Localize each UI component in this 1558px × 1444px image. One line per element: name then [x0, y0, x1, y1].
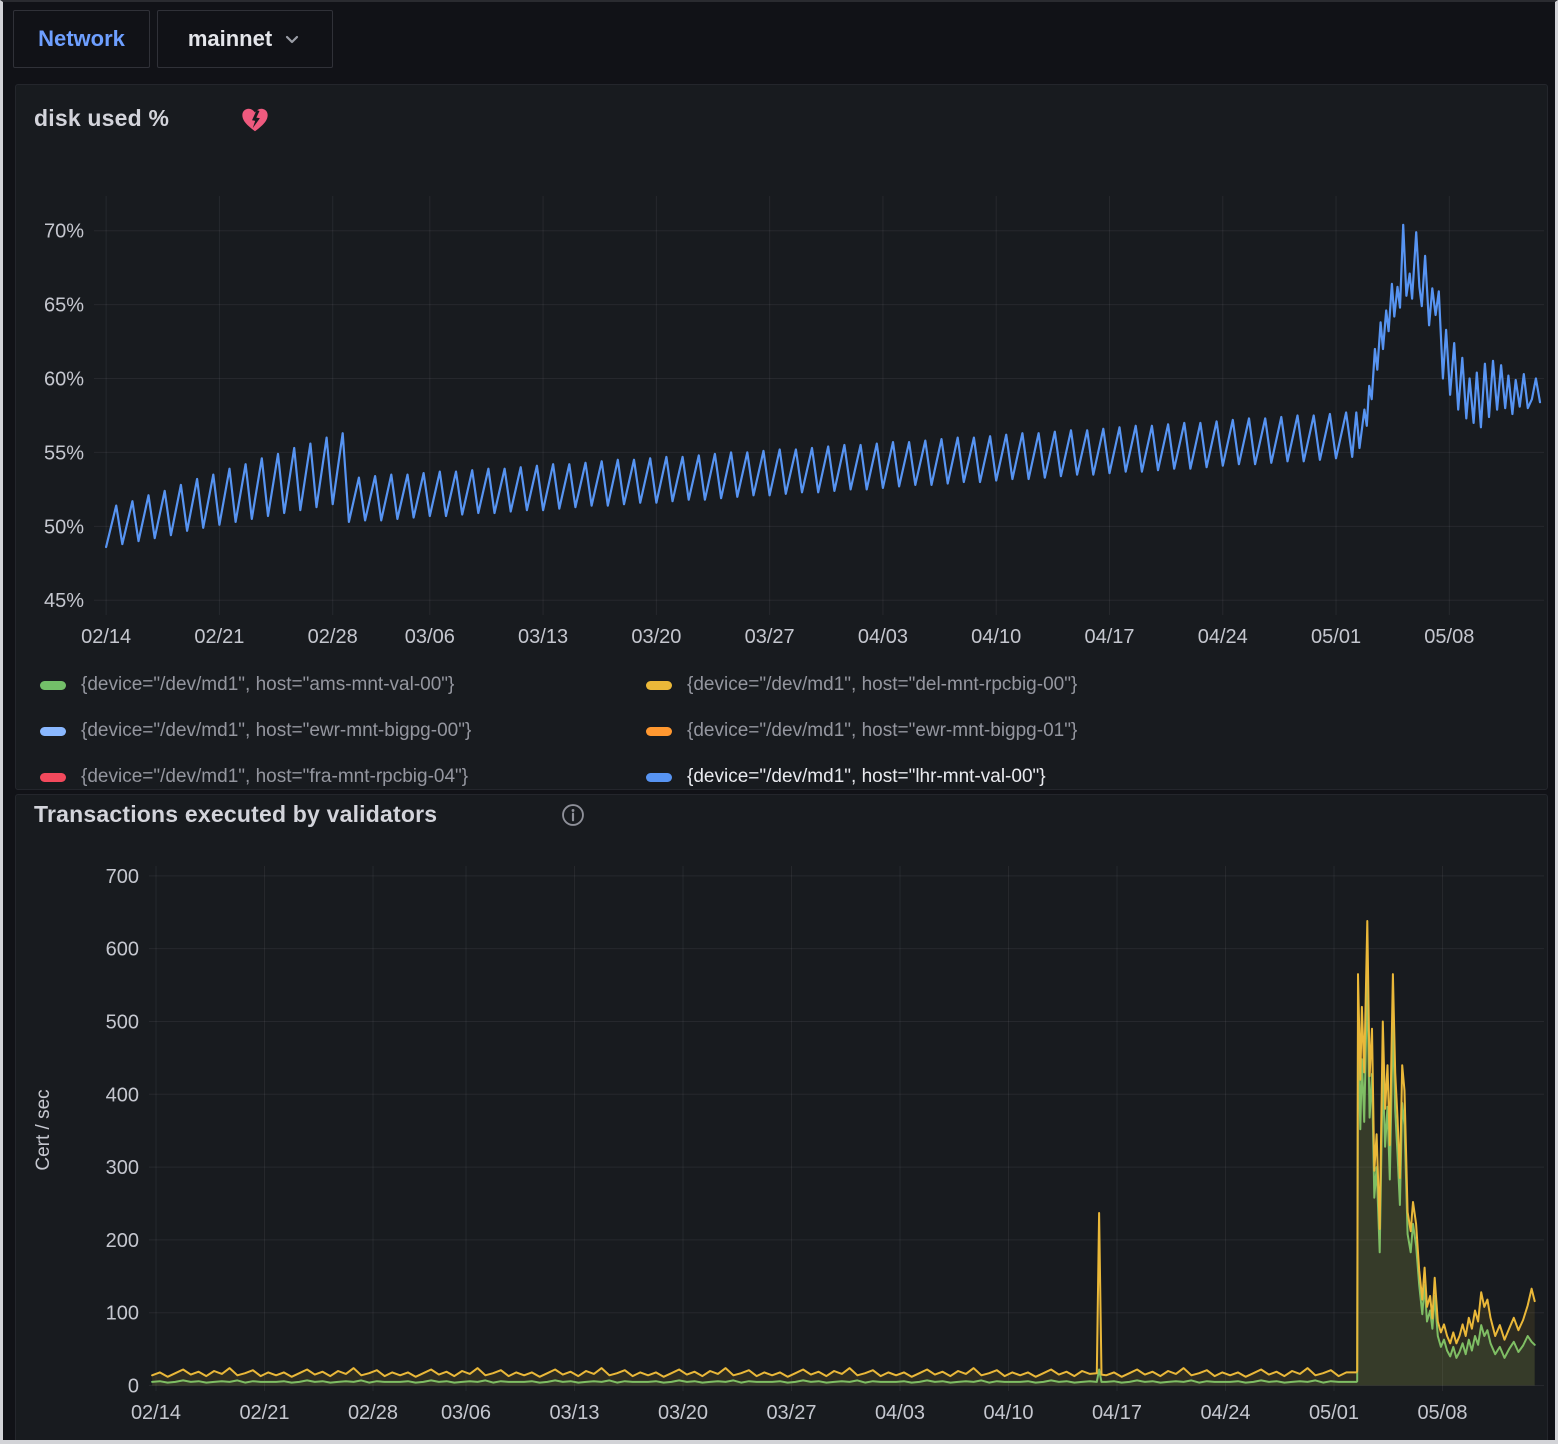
x-tick-label: 04/10 — [971, 626, 1021, 648]
series-line-validator-yellow — [152, 921, 1535, 1377]
series-area-validator-green — [152, 978, 1535, 1386]
x-tick-label: 04/17 — [1084, 626, 1134, 648]
x-tick-label: 04/24 — [1198, 626, 1248, 648]
legend-series-label: {device="/dev/md1", host="ewr-mnt-bigpg-… — [81, 720, 471, 742]
y-tick-label: 60% — [44, 369, 84, 391]
legend-series-swatch — [40, 727, 66, 736]
legend-series-label: {device="/dev/md1", host="fra-mnt-rpcbig… — [81, 766, 468, 788]
legend-series-swatch — [646, 681, 672, 690]
network-variable-label: Network — [38, 26, 125, 52]
legend-item[interactable]: {device="/dev/md1", host="ewr-mnt-bigpg-… — [646, 711, 1077, 751]
y-tick-label: 45% — [44, 590, 84, 612]
legend-series-swatch — [40, 681, 66, 690]
y-tick-label: 70% — [44, 221, 84, 243]
x-tick-label: 04/17 — [1092, 1402, 1142, 1424]
x-tick-label: 03/06 — [405, 626, 455, 648]
x-tick-label: 05/01 — [1309, 1402, 1359, 1424]
x-tick-label: 03/13 — [518, 626, 568, 648]
x-tick-label: 05/01 — [1311, 626, 1361, 648]
heart-break-icon — [240, 105, 270, 140]
x-tick-label: 04/10 — [983, 1402, 1033, 1424]
series-line-validator-green — [152, 978, 1535, 1383]
info-icon[interactable] — [560, 802, 586, 833]
y-tick-label: 500 — [106, 1011, 139, 1033]
y-tick-label: 65% — [44, 295, 84, 317]
x-tick-label: 02/21 — [194, 626, 244, 648]
y-tick-label: 200 — [106, 1230, 139, 1252]
y-tick-label: 700 — [106, 866, 139, 888]
legend-item[interactable]: {device="/dev/md1", host="del-mnt-rpcbig… — [646, 665, 1077, 705]
x-tick-label: 02/21 — [239, 1402, 289, 1424]
y-tick-label: 400 — [106, 1084, 139, 1106]
legend-series-swatch — [40, 773, 66, 782]
disk-used-chart[interactable]: 45% 50% 55% 60% 65% 70% 02/14 02/21 02/28 03/06 03… — [22, 182, 1554, 664]
y-tick-label: 600 — [106, 939, 139, 961]
y-tick-label: 50% — [44, 516, 84, 538]
y-tick-label: 0 — [128, 1376, 139, 1398]
x-tick-label: 02/28 — [308, 626, 358, 648]
x-tick-label: 02/14 — [131, 1402, 181, 1424]
legend-series-swatch — [646, 727, 672, 736]
x-tick-label: 03/06 — [441, 1402, 491, 1424]
series-line-{device="/dev/md1", host="lhr-mnt-val-00"} — [106, 225, 1540, 547]
x-tick-label: 05/08 — [1424, 626, 1474, 648]
x-tick-label: 02/28 — [348, 1402, 398, 1424]
panel-title-transactions[interactable]: Transactions executed by validators — [34, 801, 437, 828]
legend-item[interactable]: {device="/dev/md1", host="ewr-mnt-bigpg-… — [40, 711, 471, 751]
x-tick-label: 03/27 — [766, 1402, 816, 1424]
legend-series-label: {device="/dev/md1", host="ewr-mnt-bigpg-… — [687, 720, 1077, 742]
network-value-dropdown[interactable]: mainnet — [157, 10, 333, 68]
panel-title-disk-used[interactable]: disk used % — [34, 105, 169, 132]
dashboard: Network mainnet disk used % 45% 50% 55% 60%… — [0, 0, 1558, 1444]
x-tick-label: 03/20 — [631, 626, 681, 648]
chevron-down-icon — [282, 29, 302, 49]
legend-item[interactable]: {device="/dev/md1", host="ams-mnt-val-00… — [40, 665, 454, 705]
x-tick-label: 04/24 — [1200, 1402, 1250, 1424]
legend-item[interactable]: {device="/dev/md1", host="fra-mnt-rpcbig… — [40, 757, 468, 797]
x-tick-label: 03/13 — [549, 1402, 599, 1424]
y-axis-title: Cert / sec — [33, 980, 55, 1280]
legend-series-label: {device="/dev/md1", host="lhr-mnt-val-00… — [687, 766, 1046, 788]
x-tick-label: 02/14 — [81, 626, 131, 648]
x-tick-label: 04/03 — [875, 1402, 925, 1424]
disk-used-legend: {device="/dev/md1", host="ams-mnt-val-00… — [16, 663, 1547, 791]
panel-disk-used: disk used % 45% 50% 55% 60% 65% 70% 02/14 02/21… — [15, 84, 1548, 790]
transactions-chart[interactable]: 0 100 200 300 400 500 600 700 02/14 02/21 02/28 03/… — [77, 852, 1554, 1444]
x-tick-label: 05/08 — [1417, 1402, 1467, 1424]
x-tick-label: 03/20 — [658, 1402, 708, 1424]
y-tick-label: 55% — [44, 442, 84, 464]
legend-series-label: {device="/dev/md1", host="del-mnt-rpcbig… — [687, 674, 1077, 696]
legend-series-label: {device="/dev/md1", host="ams-mnt-val-00… — [81, 674, 454, 696]
x-tick-label: 04/03 — [858, 626, 908, 648]
y-tick-label: 300 — [106, 1157, 139, 1179]
x-tick-label: 03/27 — [745, 626, 795, 648]
panel-transactions: Transactions executed by validators Cert… — [15, 794, 1548, 1444]
legend-series-swatch — [646, 773, 672, 782]
network-variable-button[interactable]: Network — [13, 10, 150, 68]
network-value-text: mainnet — [188, 26, 272, 52]
legend-item[interactable]: {device="/dev/md1", host="lhr-mnt-val-00… — [646, 757, 1046, 797]
y-tick-label: 100 — [106, 1303, 139, 1325]
series-area-validator-yellow — [152, 921, 1535, 1386]
